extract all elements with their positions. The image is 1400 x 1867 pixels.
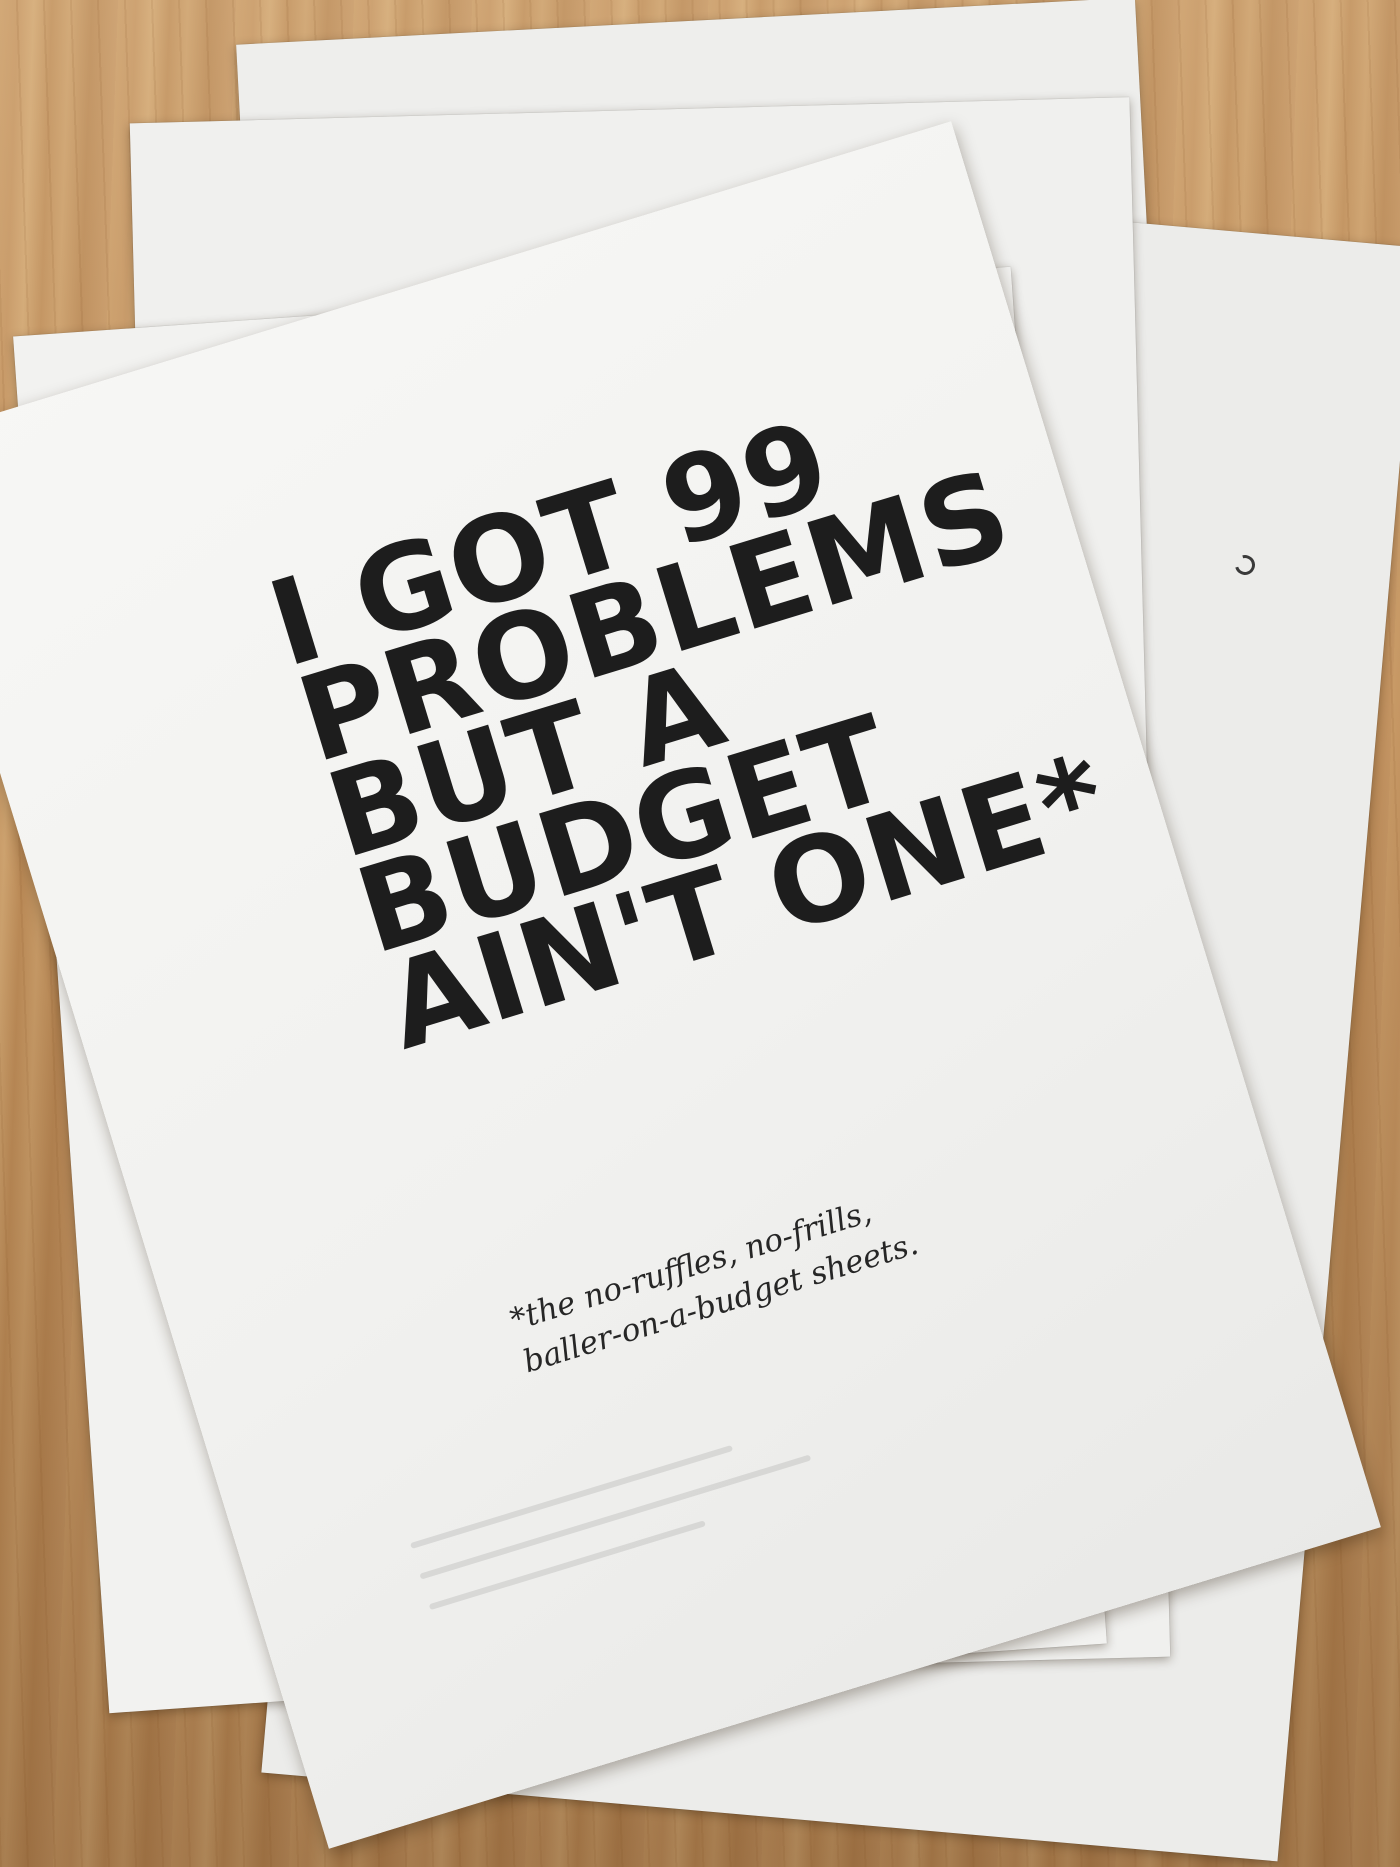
photo-scene: I GOT 99 PROBLEMS BUT A BUDGET AIN'T ONE… <box>0 0 1400 1867</box>
